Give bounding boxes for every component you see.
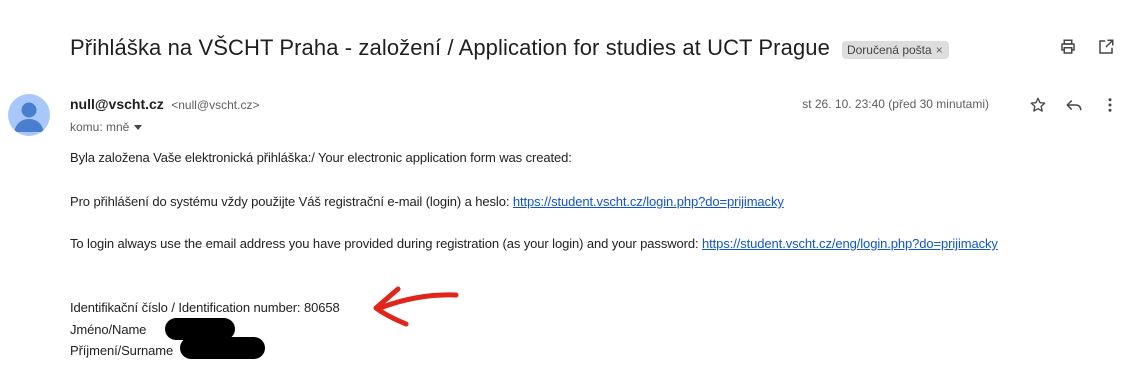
star-icon[interactable] [1027,94,1049,116]
email-subject: Přihláška na VŠCHT Praha - založení / Ap… [70,35,830,60]
name-line: Jméno/Name [70,322,147,337]
body-line-login-en: To login always use the email address yo… [70,236,998,251]
default-avatar-icon [14,102,44,132]
sender-line: null@vscht.cz <null@vscht.cz> [70,96,259,114]
red-arrow-annotation [373,286,459,327]
login-en-link[interactable]: https://student.vscht.cz/eng/login.php?d… [702,236,998,251]
more-vert-icon[interactable] [1099,94,1121,116]
remove-label-button[interactable]: × [936,43,943,57]
login-cz-link[interactable]: https://student.vscht.cz/login.php?do=pr… [513,194,784,209]
message-actions [1027,94,1121,116]
login-cz-text: Pro přihlášení do systému vždy použijte … [70,194,513,209]
inbox-label-text: Doručená pošta [846,42,932,57]
body-line-created: Byla založena Vaše elektronická přihlášk… [70,150,572,165]
subject-row: Přihláška na VŠCHT Praha - založení / Ap… [70,30,949,66]
sender-email: <null@vscht.cz> [171,98,260,112]
body-line-login-cz: Pro přihlášení do systému vždy použijte … [70,194,784,209]
inbox-label-chip[interactable]: Doručená pošta × [841,40,949,59]
surname-redaction [180,337,265,359]
message-date: st 26. 10. 23:40 (před 30 minutami) [802,97,989,111]
print-icon[interactable] [1057,36,1079,58]
surname-line: Příjmení/Surname [70,343,174,358]
recipient-label: komu: mně [70,120,130,134]
identification-number-line: Identifikační číslo / Identification num… [70,300,340,315]
login-en-text: To login always use the email address yo… [70,236,703,251]
sender-name[interactable]: null@vscht.cz [70,96,164,112]
reply-icon[interactable] [1063,94,1085,116]
recipient-dropdown[interactable]: komu: mně [70,120,143,134]
thread-actions [1057,36,1117,58]
chevron-down-icon [134,124,143,130]
open-in-new-window-icon[interactable] [1095,36,1117,58]
sender-avatar[interactable] [8,94,50,136]
